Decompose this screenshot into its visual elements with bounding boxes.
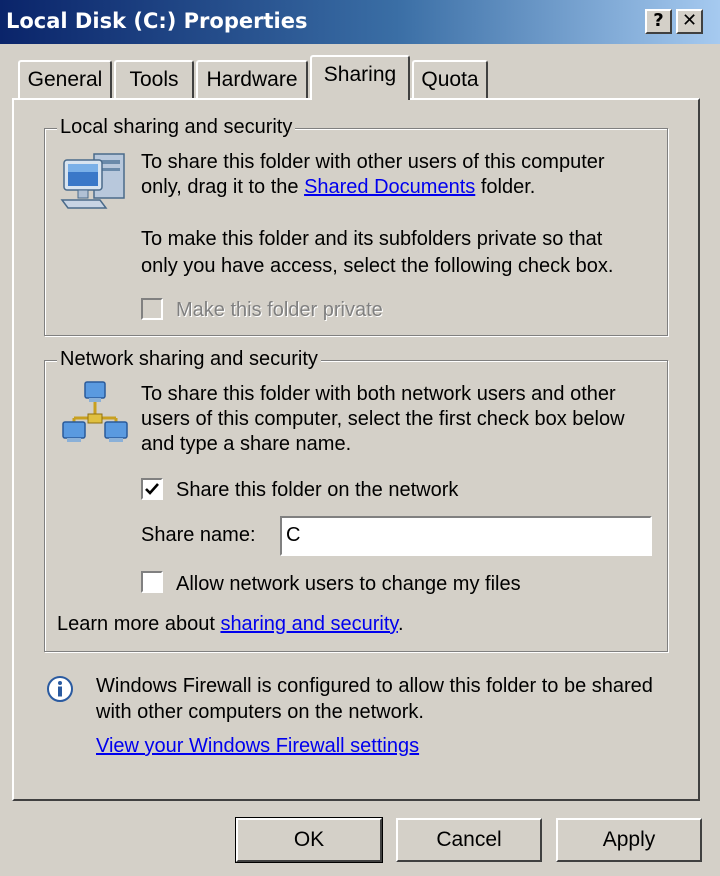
info-icon <box>46 675 74 703</box>
share-on-network-label: Share this folder on the network <box>176 479 459 501</box>
apply-button[interactable]: Apply <box>556 818 702 862</box>
title-bar[interactable]: Local Disk (C:) Properties ? ✕ <box>0 0 720 44</box>
checkmark-icon <box>145 483 159 495</box>
allow-change-checkbox[interactable] <box>141 571 163 593</box>
tab-quota[interactable]: Quota <box>412 60 488 98</box>
local-text-line1: To share this folder with other users of… <box>141 151 605 173</box>
network-icon <box>60 378 130 444</box>
local-text-line3: To make this folder and its subfolders p… <box>141 228 603 250</box>
network-sharing-legend: Network sharing and security <box>57 347 321 371</box>
make-private-checkbox[interactable] <box>141 298 163 320</box>
share-on-network-checkbox[interactable] <box>141 478 163 500</box>
tab-hardware[interactable]: Hardware <box>196 60 308 98</box>
share-name-input[interactable]: C <box>280 516 652 556</box>
network-text-line1: To share this folder with both network u… <box>141 383 616 405</box>
tab-sharing[interactable]: Sharing <box>310 55 410 100</box>
firewall-text-line2: with other computers on the network. <box>96 701 424 723</box>
local-text-line2: only, drag it to the Shared Documents fo… <box>141 174 535 200</box>
sharing-security-link[interactable]: sharing and security <box>220 613 398 635</box>
network-text-line2: users of this computer, select the first… <box>141 408 625 430</box>
local-sharing-legend: Local sharing and security <box>57 115 296 139</box>
allow-change-label: Allow network users to change my files <box>176 573 521 595</box>
help-button[interactable]: ? <box>645 9 672 34</box>
ok-button[interactable]: OK <box>235 817 383 863</box>
make-private-label: Make this folder private <box>176 299 383 321</box>
learn-more-prefix: Learn more about <box>57 613 221 635</box>
close-button[interactable]: ✕ <box>676 9 703 34</box>
window-title: Local Disk (C:) Properties <box>6 9 308 33</box>
network-text-line3: and type a share name. <box>141 433 352 455</box>
share-name-label: Share name: <box>141 524 256 546</box>
tab-general[interactable]: General <box>18 60 112 98</box>
local-text-line2-prefix: only, drag it to the <box>141 176 305 198</box>
shared-documents-link[interactable]: Shared Documents <box>304 176 475 198</box>
firewall-settings-link[interactable]: View your Windows Firewall settings <box>96 733 419 759</box>
local-text-line4: only you have access, select the followi… <box>141 255 614 277</box>
cancel-button[interactable]: Cancel <box>396 818 542 862</box>
computer-icon <box>60 150 130 212</box>
learn-more-line: Learn more about sharing and security. <box>57 611 404 637</box>
learn-more-suffix: . <box>397 613 404 635</box>
local-text-line2-suffix: folder. <box>475 176 536 198</box>
tab-tools[interactable]: Tools <box>114 60 194 98</box>
firewall-text-line1: Windows Firewall is configured to allow … <box>96 675 653 697</box>
